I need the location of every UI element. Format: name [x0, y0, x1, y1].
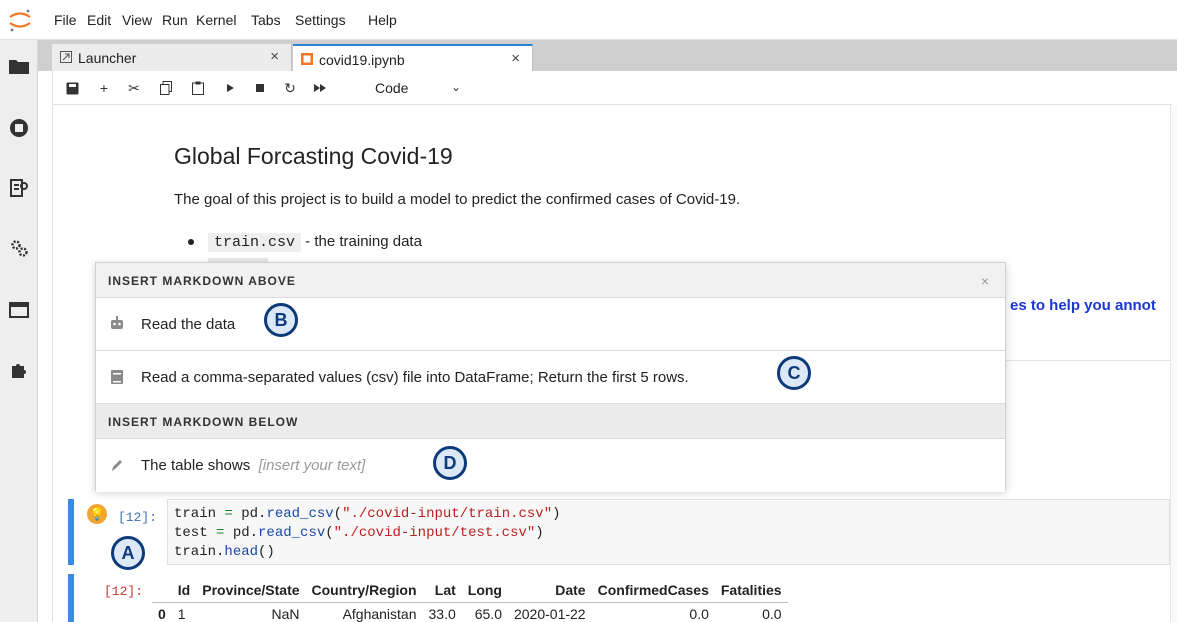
tabs-icon[interactable]: [9, 300, 29, 320]
bullet-dot: [188, 239, 194, 246]
column-header: Lat: [422, 578, 462, 603]
close-icon[interactable]: ×: [511, 50, 520, 67]
notebook-toolbar: + ✂ ↻ Code ⌄: [52, 71, 1172, 105]
column-header: Country/Region: [305, 578, 423, 603]
column-header: [152, 578, 172, 603]
column-header: Province/State: [196, 578, 306, 603]
extension-icon[interactable]: [9, 360, 29, 380]
output-table: Id Province/State Country/Region Lat Lon…: [152, 578, 788, 622]
table-cell: NaN: [271, 606, 300, 622]
menu-help[interactable]: Help: [368, 12, 397, 28]
pencil-icon: [112, 460, 122, 471]
menu-view[interactable]: View: [122, 12, 152, 28]
cut-icon[interactable]: ✂: [125, 79, 143, 97]
divider: [1005, 360, 1170, 361]
table-cell: 0: [158, 606, 166, 622]
lightbulb-icon[interactable]: 💡: [87, 504, 107, 524]
menu-edit[interactable]: Edit: [87, 12, 111, 28]
chevron-down-icon[interactable]: ⌄: [451, 80, 461, 94]
output-cell-bar: [68, 574, 74, 622]
popup-option-table-shows-label: The table shows [insert your text]: [141, 457, 365, 474]
robot-icon: [111, 316, 123, 329]
marker-d: D: [433, 446, 467, 480]
table-cell: 1: [177, 606, 186, 622]
table-row: 0 1 NaN Afghanistan 33.0 65.0 2020-01-22…: [152, 602, 788, 622]
table-cell: Afghanistan: [342, 606, 417, 622]
table-cell: 33.0: [428, 606, 456, 622]
table-cell: 65.0: [474, 606, 502, 622]
list-item: train.csv - the training data: [188, 233, 422, 252]
insert-text-placeholder[interactable]: [insert your text]: [259, 457, 366, 474]
popup-option-read-data-label: Read the data: [141, 316, 236, 333]
tab-launcher-label: Launcher: [78, 50, 137, 66]
insert-markdown-popup: INSERT MARKDOWN ABOVE × Read the data Re…: [95, 262, 1006, 492]
code-line: test = pd.read_csv("./covid-input/test.c…: [174, 525, 544, 541]
commands-icon[interactable]: [9, 178, 29, 198]
close-icon[interactable]: ×: [981, 273, 989, 289]
fast-forward-icon[interactable]: [311, 79, 329, 97]
add-icon[interactable]: +: [95, 79, 113, 97]
popup-header-above: INSERT MARKDOWN ABOVE ×: [96, 263, 1005, 298]
paste-icon[interactable]: [189, 79, 207, 97]
menu-run[interactable]: Run: [162, 12, 188, 28]
tab-bar: Launcher × covid19.ipynb ×: [38, 40, 1177, 71]
marker-c: C: [777, 356, 811, 390]
popup-option-read-data[interactable]: Read the data: [96, 298, 1005, 351]
running-icon[interactable]: [9, 118, 29, 138]
folder-icon[interactable]: [9, 56, 29, 76]
property-inspector-icon[interactable]: [9, 238, 29, 258]
input-prompt: [12]:: [118, 510, 158, 525]
bullet-text: - the training data: [301, 233, 422, 250]
cell-type-select[interactable]: Code: [375, 80, 408, 96]
column-header: Fatalities: [714, 578, 788, 603]
code-line: train.head(): [174, 544, 275, 560]
left-sidebar: [0, 40, 38, 622]
inline-code: train.csv: [208, 233, 302, 252]
scrollbar[interactable]: [1170, 105, 1177, 622]
active-cell-bar: [68, 499, 74, 565]
book-icon: [111, 370, 123, 384]
table-header-row: Id Province/State Country/Region Lat Lon…: [152, 578, 788, 603]
launcher-icon: [60, 51, 72, 63]
jupyter-logo-icon: [9, 9, 31, 32]
popup-option-table-shows[interactable]: The table shows [insert your text]: [96, 439, 1005, 492]
notebook-paragraph: The goal of this project is to build a m…: [174, 191, 741, 208]
popup-header-below: INSERT MARKDOWN BELOW: [96, 404, 1005, 439]
table-cell: 2020-01-22: [513, 606, 586, 622]
notebook-icon: [301, 53, 313, 65]
table-shows-text: The table shows: [141, 457, 251, 474]
menu-bar: File Edit View Run Kernel Tabs Settings …: [0, 0, 1177, 40]
popup-option-read-csv[interactable]: Read a comma-separated values (csv) file…: [96, 351, 1005, 404]
column-header: Id: [171, 578, 197, 603]
code-line: train = pd.read_csv("./covid-input/train…: [174, 506, 561, 522]
table-cell: 0.0: [762, 606, 782, 622]
tab-notebook-label: covid19.ipynb: [319, 52, 405, 68]
tab-notebook[interactable]: covid19.ipynb ×: [293, 44, 533, 71]
stop-icon[interactable]: [251, 79, 269, 97]
save-icon[interactable]: [63, 79, 81, 97]
popup-header-above-label: INSERT MARKDOWN ABOVE: [108, 274, 296, 288]
truncated-link-text: es to help you annot: [1010, 297, 1156, 314]
restart-icon[interactable]: ↻: [281, 79, 299, 97]
marker-b: B: [264, 303, 298, 337]
tab-launcher[interactable]: Launcher ×: [52, 44, 292, 71]
notebook-title: Global Forcasting Covid-19: [174, 143, 453, 169]
menu-settings[interactable]: Settings: [295, 12, 346, 28]
menu-kernel[interactable]: Kernel: [196, 12, 236, 28]
menu-file[interactable]: File: [54, 12, 77, 28]
copy-icon[interactable]: [157, 79, 175, 97]
run-icon[interactable]: [221, 79, 239, 97]
column-header: Date: [507, 578, 592, 603]
output-prompt: [12]:: [104, 584, 144, 599]
column-header: ConfirmedCases: [591, 578, 715, 603]
close-icon[interactable]: ×: [270, 48, 279, 65]
menu-tabs[interactable]: Tabs: [251, 12, 281, 28]
popup-header-below-label: INSERT MARKDOWN BELOW: [108, 415, 299, 429]
column-header: Long: [461, 578, 508, 603]
popup-option-read-csv-label: Read a comma-separated values (csv) file…: [141, 369, 689, 386]
marker-a: A: [111, 536, 145, 570]
table-cell: 0.0: [689, 606, 709, 622]
